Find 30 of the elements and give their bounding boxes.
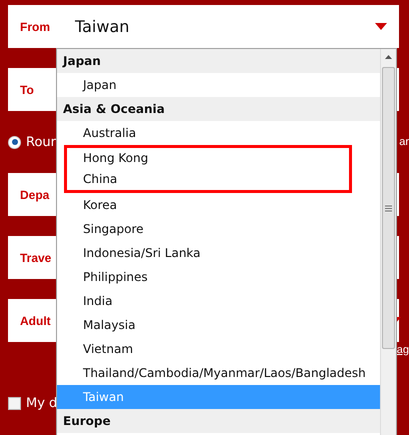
link[interactable]: ag [396,344,409,364]
group-header: Europe [57,409,380,433]
checkbox-label: My d [26,396,58,411]
group-header: Japan [57,49,380,73]
group-header: Asia & Oceania [57,97,380,121]
list-option[interactable]: China [67,169,349,190]
list-option[interactable]: Hong Kong [67,148,349,169]
list-option[interactable]: India [57,289,380,313]
field-label: To [20,82,35,96]
field-label: Depa [20,188,50,202]
checkbox[interactable] [8,397,21,410]
list-option[interactable]: Philippines [57,265,380,289]
list-option[interactable]: Indonesia/Sri Lanka [57,241,380,265]
caret-icon [375,23,387,30]
list-option[interactable]: Australia [57,121,380,145]
list-option[interactable]: Vietnam [57,337,380,361]
list-option[interactable]: Singapore [57,217,380,241]
list-option[interactable]: Malaysia [57,313,380,337]
select-field[interactable]: From Taiwan [8,5,399,48]
option-label: ar [399,136,409,148]
list-option[interactable]: Thailand/Cambodia/Myanmar/Laos/Bangladesh [57,361,380,385]
field-label: From [20,20,51,34]
list-option[interactable]: Korea [57,193,380,217]
field-label: Adult [20,314,52,328]
scroll-thumb[interactable] [382,67,395,349]
radio-button[interactable] [8,136,21,148]
scrollbar[interactable] [380,49,396,435]
list-option[interactable]: Japan [57,73,380,97]
grip-icon [385,204,392,212]
field-label: Trave [20,250,52,264]
